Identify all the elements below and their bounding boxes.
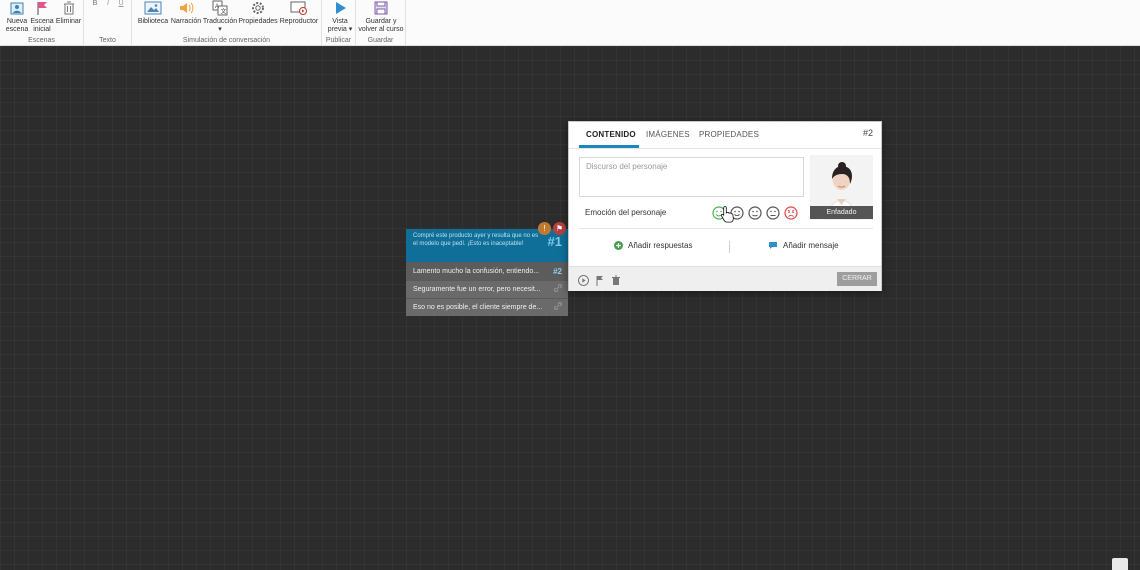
scene-node-number: #1	[547, 234, 562, 249]
translation-button[interactable]: A文 Traducción ▾	[202, 0, 238, 34]
player-label: Reproductor	[279, 18, 319, 25]
add-message-label: Añadir mensaje	[783, 241, 839, 250]
group-guardar: Guardar y volver al curso Guardar	[356, 0, 406, 46]
group-escenas: Nueva escena Escena inicial Eliminar Esc…	[0, 0, 84, 46]
group-label-escenas: Escenas	[28, 37, 55, 44]
warning-icon[interactable]: !	[538, 222, 551, 235]
translation-dropdown-icon: ▾	[218, 26, 222, 33]
response-row[interactable]: Seguramente fue un error, pero necesit..…	[406, 280, 568, 298]
tab-imagenes[interactable]: IMÁGENES	[646, 130, 690, 139]
svg-text:文: 文	[221, 8, 227, 16]
play-scene-icon[interactable]	[578, 273, 589, 291]
link-icon[interactable]	[554, 299, 562, 316]
panel-tabs: CONTENIDO IMÁGENES PROPIEDADES #2	[569, 122, 881, 149]
library-button[interactable]: Biblioteca	[136, 0, 170, 26]
bold-button[interactable]: B	[90, 0, 100, 8]
gear-icon	[238, 0, 278, 16]
character-speech-input[interactable]	[579, 157, 804, 197]
response-row[interactable]: Lamento mucho la confusión, entiendo... …	[406, 262, 568, 280]
add-circle-icon	[614, 241, 623, 250]
scene-node-text: Compré este producto ayer y resulta que …	[413, 233, 539, 247]
add-responses-button[interactable]: Añadir respuestas	[614, 241, 692, 250]
tab-propiedades[interactable]: PROPIEDADES	[699, 130, 759, 139]
properties-label: Propiedades	[238, 18, 278, 25]
save-label-1: Guardar y	[365, 18, 397, 25]
properties-button[interactable]: Propiedades	[238, 0, 278, 26]
panel-divider	[579, 228, 873, 229]
group-simulacion: Biblioteca Narración A文 Traducción ▾ Pro…	[132, 0, 322, 46]
close-button[interactable]: CERRAR	[837, 272, 877, 286]
link-separator	[729, 241, 730, 253]
message-bubble-icon	[769, 242, 777, 249]
ribbon-toolbar: Nueva escena Escena inicial Eliminar Esc…	[0, 0, 1140, 46]
speaker-icon	[170, 0, 202, 16]
svg-text:A: A	[215, 4, 219, 10]
bold-icon: B	[92, 0, 98, 7]
add-message-button[interactable]: Añadir mensaje	[768, 241, 839, 250]
player-icon	[278, 0, 320, 16]
preview-label-1: Vista	[332, 18, 348, 25]
translation-label: Traducción	[202, 18, 238, 25]
italic-icon: I	[107, 0, 109, 7]
active-tab-indicator	[579, 145, 639, 148]
delete-button[interactable]: Eliminar	[55, 0, 82, 26]
group-label-publicar: Publicar	[325, 37, 352, 44]
italic-button[interactable]: I	[103, 0, 113, 8]
translate-icon: A文	[202, 0, 238, 16]
scene-node-header[interactable]: Compré este producto ayer y resulta que …	[406, 222, 568, 262]
narration-button[interactable]: Narración	[170, 0, 202, 26]
selected-emotion-button[interactable]: Enfadado	[810, 206, 873, 219]
group-label-guardar: Guardar	[367, 37, 394, 44]
add-responses-label: Añadir respuestas	[628, 241, 693, 250]
panel-footer: CERRAR	[569, 266, 881, 291]
group-label-simulacion: Simulación de conversación	[182, 37, 271, 44]
player-button[interactable]: Reproductor	[278, 0, 320, 26]
image-library-icon	[136, 0, 170, 16]
delete-label: Eliminar	[55, 18, 82, 25]
new-scene-label-1: Nueva	[6, 18, 28, 25]
save-return-button[interactable]: Guardar y volver al curso	[357, 0, 405, 34]
group-label-texto: Texto	[99, 37, 116, 44]
new-scene-button[interactable]: Nueva escena	[4, 0, 30, 34]
corner-toggle-button[interactable]	[1112, 558, 1128, 570]
narration-label: Narración	[170, 18, 202, 25]
sad-emoji-icon[interactable]	[766, 206, 780, 220]
underline-button[interactable]: U	[116, 0, 126, 8]
play-icon	[325, 0, 355, 16]
response-row[interactable]: Eso no es posible, el cliente siempre de…	[406, 298, 568, 316]
preview-label-2: previa ▾	[327, 26, 353, 33]
start-flag-icon[interactable]: ⚑	[553, 222, 566, 235]
response-target-tag[interactable]: #2	[553, 263, 562, 280]
save-icon	[357, 0, 405, 16]
response-text: Lamento mucho la confusión, entiendo...	[413, 268, 540, 275]
scene-node[interactable]: Compré este producto ayer y resulta que …	[406, 222, 568, 316]
emotion-label: Emoción del personaje	[585, 208, 667, 217]
response-text: Seguramente fue un error, pero necesit..…	[413, 286, 541, 293]
group-texto: B I U Texto	[84, 0, 132, 46]
tab-contenido[interactable]: CONTENIDO	[586, 130, 636, 139]
new-scene-label-2: escena	[5, 26, 29, 33]
neutral-emoji-icon[interactable]	[748, 206, 762, 220]
flag-icon	[30, 0, 54, 16]
initial-scene-label-1: Escena	[30, 18, 54, 25]
angry-emoji-icon[interactable]	[784, 206, 798, 220]
scene-node-badges: ! ⚑	[538, 222, 566, 235]
new-scene-icon	[4, 0, 30, 16]
preview-button[interactable]: Vista previa ▾	[325, 0, 355, 34]
flag-scene-icon[interactable]	[595, 273, 605, 291]
trash-icon	[55, 0, 82, 16]
link-icon[interactable]	[554, 281, 562, 298]
panel-scene-number: #2	[862, 128, 873, 138]
underline-icon: U	[118, 0, 124, 7]
library-label: Biblioteca	[137, 18, 169, 25]
initial-scene-label-2: inicial	[33, 26, 51, 33]
initial-scene-button[interactable]: Escena inicial	[30, 0, 54, 34]
group-publicar: Vista previa ▾ Publicar	[322, 0, 356, 46]
save-label-2: volver al curso	[358, 26, 404, 33]
response-text: Eso no es posible, el cliente siempre de…	[413, 304, 543, 311]
trash-icon[interactable]	[611, 273, 621, 291]
hand-cursor-icon	[721, 206, 734, 223]
